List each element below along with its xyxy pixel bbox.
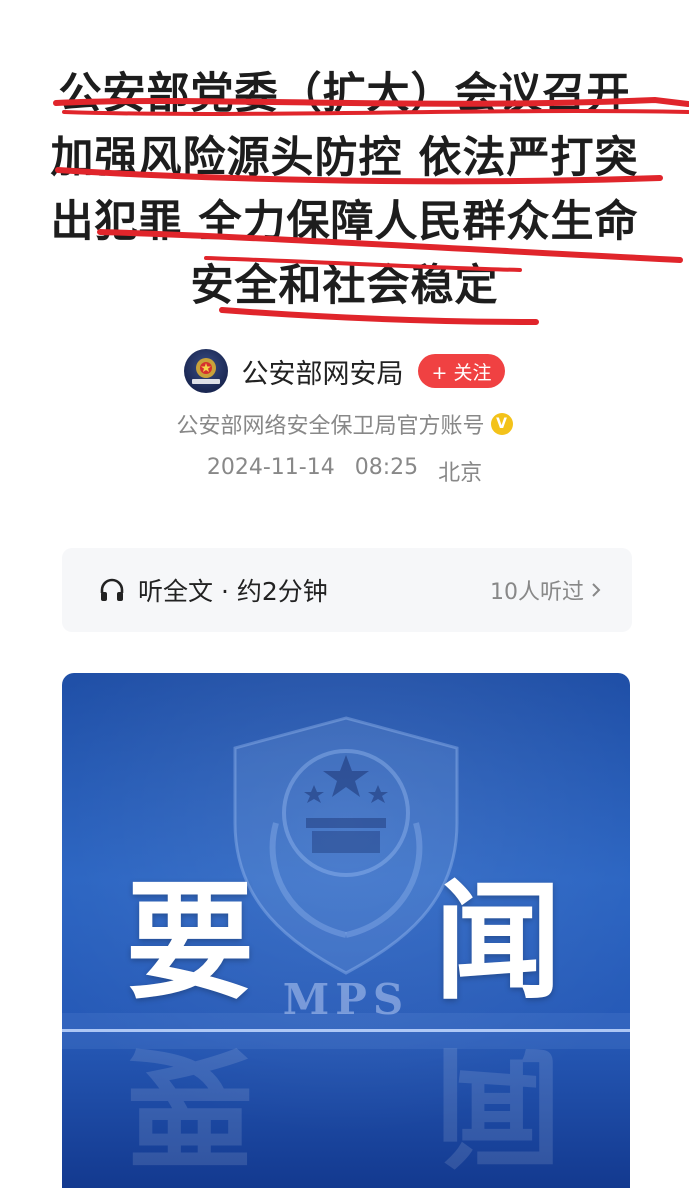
article-title-line: 出犯罪 全力保障人民群众生命 — [50, 197, 639, 247]
listen-count: 10人听过 — [490, 580, 584, 605]
follow-button[interactable]: + 关注 — [417, 354, 506, 388]
article-title-block: 公安部党委（扩大）会议召开 加强风险源头防控 依法严打突 出犯罪 全力保障人民群… — [0, 62, 689, 318]
article-title-line: 加强风险源头防控 依法严打突 — [50, 133, 639, 183]
listen-count-group[interactable]: 10人听过 — [490, 574, 602, 606]
publish-time: 08:25 — [354, 455, 419, 480]
listen-label: 听全文 · 约2分钟 — [138, 577, 328, 606]
article-title-line: 公安部党委（扩大）会议召开 — [58, 69, 631, 119]
listen-full-text-bar[interactable]: 听全文 · 约2分钟 10人听过 — [62, 548, 632, 632]
author-name[interactable]: 公安部网安局 — [242, 352, 404, 391]
banner-headline-char: 要 — [126, 867, 255, 1017]
article-title: 公安部党委（扩大）会议召开 加强风险源头防控 依法严打突 出犯罪 全力保障人民群… — [0, 62, 689, 318]
listen-label-group: 听全文 · 约2分钟 — [98, 572, 328, 608]
author-avatar[interactable] — [183, 349, 228, 393]
banner-reflection-char: 闻 — [434, 1030, 563, 1180]
publish-location: 北京 — [438, 461, 483, 486]
author-description: 公安部网络安全保卫局官方账号 — [176, 414, 485, 439]
headphones-icon — [100, 578, 124, 601]
follow-button-label: + 关注 — [431, 361, 492, 384]
chevron-right-icon — [592, 583, 601, 597]
publish-meta: 2024-11-14 08:25 北京 — [0, 455, 689, 487]
police-badge-icon — [191, 358, 220, 384]
banner-reflection-char: 要 — [126, 1030, 255, 1180]
verified-badge-icon: V — [490, 413, 513, 435]
article-cover-image[interactable]: MPS 要 闻 要 闻 — [62, 673, 630, 1188]
author-description-row: 公安部网络安全保卫局官方账号 V — [0, 408, 689, 440]
publish-date: 2024-11-14 — [206, 455, 335, 480]
article-title-line: 安全和社会稳定 — [190, 261, 499, 311]
banner-headline-char: 闻 — [434, 867, 563, 1017]
author-row: 公安部网安局 + 关注 — [0, 346, 689, 396]
